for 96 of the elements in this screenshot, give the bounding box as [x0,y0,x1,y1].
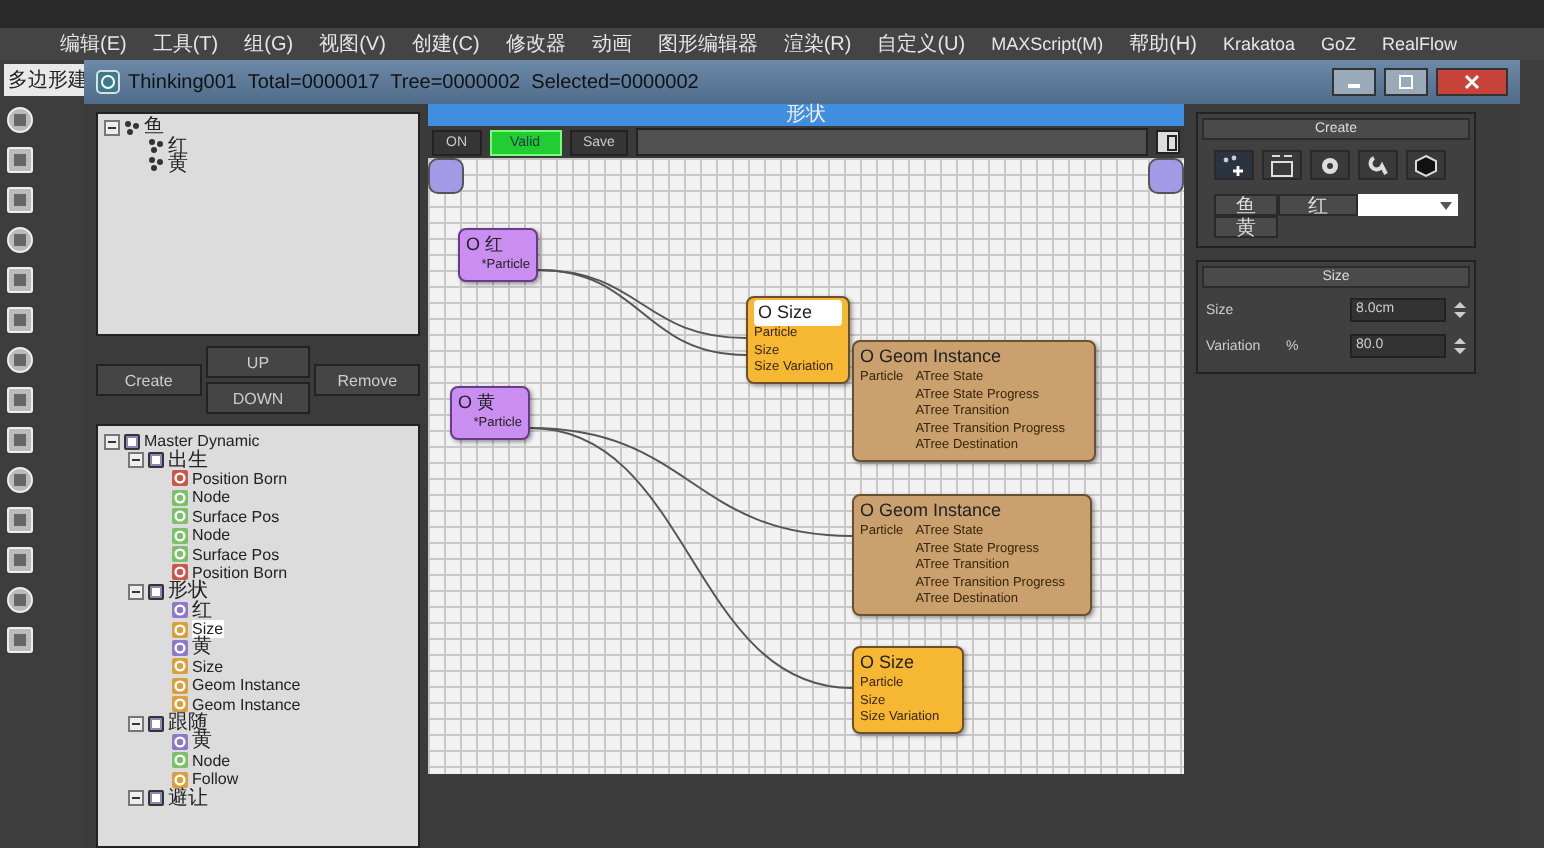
minimize-button[interactable] [1332,68,1376,96]
tool-icon[interactable] [4,264,36,296]
collapse-icon[interactable] [128,583,144,600]
tree-item[interactable]: Geom Instance [192,695,301,714]
menu-item[interactable]: 工具(T) [152,30,219,58]
tool-icon[interactable] [4,224,36,256]
menu-item[interactable]: 编辑(E) [60,30,127,58]
graph-title: 形状 [428,104,1184,126]
spinner-icon[interactable] [1454,300,1466,320]
move-button[interactable]: UP [205,346,311,378]
wrench-icon[interactable] [1358,150,1398,180]
grid-icon[interactable] [1262,150,1302,180]
tool-icon[interactable] [4,384,36,416]
name-field[interactable] [636,128,1148,156]
tree-item[interactable]: 黄 [168,155,188,174]
tree-item[interactable]: Master Dynamic [144,432,260,451]
collapse-icon[interactable] [128,715,144,732]
maximize-icon [1398,74,1414,90]
tree-item[interactable]: 形状 [168,582,208,601]
menu-item[interactable]: MAXScript(M) [991,34,1104,54]
group-tab[interactable]: 红 [1278,194,1358,216]
remove-button[interactable]: Remove [314,364,420,396]
create-button[interactable]: Create [96,364,202,396]
node-title: O Geom Instance [860,344,1004,370]
tool-icon[interactable] [4,624,36,656]
menu-item[interactable]: GoZ [1321,34,1357,54]
close-button[interactable] [1436,68,1508,96]
tree-item[interactable]: 红 [192,601,212,620]
window-title: Thinking001 Total=0000017 Tree=0000002 Selected=0000002 [128,71,701,93]
group-tab[interactable]: 黄 [1214,216,1278,238]
node-title: O Size [860,650,917,676]
tree-item[interactable]: Follow [192,770,239,789]
tool-icon[interactable] [4,544,36,576]
particle-add-icon[interactable] [1214,150,1254,180]
menu-item[interactable]: 自定义(U) [877,30,966,58]
tree-item[interactable]: Node [192,488,231,507]
tree-item[interactable]: Size [192,657,224,676]
node-title: O Size [754,300,842,326]
event-icon [148,583,164,600]
collapse-icon[interactable] [104,433,120,450]
menu-item[interactable]: 创建(C) [411,30,480,58]
tree-item[interactable]: Surface Pos [192,545,280,564]
node-title: O 红 [466,232,506,258]
tool-icon[interactable] [4,344,36,376]
tree-item[interactable]: 红 [168,137,188,156]
tree-item[interactable]: Node [192,526,231,545]
collapse-icon[interactable] [128,452,144,469]
menu-item[interactable]: Krakatoa [1222,34,1296,54]
group-tab[interactable]: 鱼 [1214,194,1278,216]
tool-icon[interactable] [4,144,36,176]
tree-item[interactable]: Position Born [192,563,288,582]
tool-icon[interactable] [4,104,36,136]
tree-item[interactable]: Node [192,751,231,770]
tree-item[interactable]: 黄 [192,638,212,657]
tool-icon[interactable] [4,184,36,216]
menu-item[interactable]: 图形编辑器 [657,30,758,58]
tool-icon[interactable] [4,304,36,336]
menu-item[interactable]: 帮助(H) [1129,30,1197,58]
node-title: O Geom Instance [860,498,1004,524]
window-icon[interactable] [1156,130,1180,154]
menu-item[interactable]: RealFlow [1382,34,1458,54]
close-icon [1464,74,1480,90]
tree-item[interactable]: 鱼 [144,118,164,137]
spinner-icon[interactable] [1454,336,1466,356]
tool-icon[interactable] [4,424,36,456]
tree-item[interactable]: 避让 [168,789,208,808]
tree-item[interactable]: Position Born [192,469,288,488]
particle-group-icon [124,119,140,136]
tree-item[interactable]: 出生 [168,451,208,470]
tree-item[interactable]: 黄 [192,732,212,751]
tree-item[interactable]: Geom Instance [192,676,301,695]
event-icon [148,790,164,807]
tool-icon[interactable] [4,584,36,616]
maximize-button[interactable] [1384,68,1428,96]
tree-item[interactable]: 跟随 [168,714,208,733]
cube-icon[interactable] [1406,150,1446,180]
graph-canvas[interactable] [428,158,1184,774]
tool-icon[interactable] [4,504,36,536]
collapse-icon[interactable] [128,790,144,807]
port-handle[interactable] [1148,158,1184,194]
port-handle[interactable] [428,158,464,194]
settings-icon[interactable] [1310,150,1350,180]
menu-item[interactable]: 修改器 [505,30,566,58]
tool-icon[interactable] [4,464,36,496]
tree-item[interactable]: Surface Pos [192,507,280,526]
dropdown-caret-icon [1440,201,1452,209]
collapse-icon[interactable] [104,119,120,136]
node-title: O 黄 [458,390,498,416]
menu-item[interactable]: 渲染(R) [783,30,852,58]
menu-item[interactable]: 动画 [591,30,632,58]
app-icon [96,70,120,94]
move-button[interactable]: DOWN [205,382,311,414]
menu-item[interactable]: 视图(V) [319,30,386,58]
event-icon [148,715,164,732]
menu-item[interactable]: 组(G) [244,30,294,58]
group-dropdown[interactable] [1358,194,1458,216]
